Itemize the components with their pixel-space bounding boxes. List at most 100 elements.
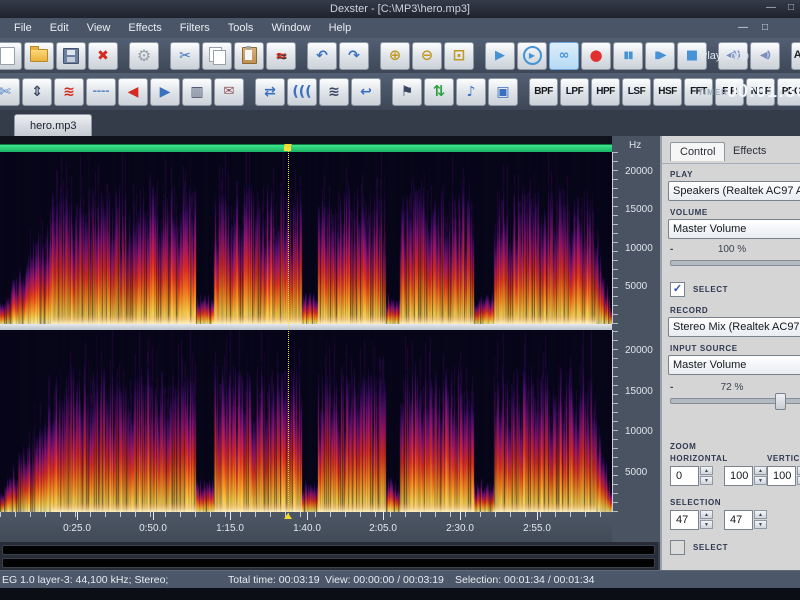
spin-up-button[interactable]: ▲ <box>700 466 713 475</box>
zoom-h-end-value[interactable]: 100 <box>724 466 753 486</box>
frequency-scale-left: 2000015000100005000 <box>612 152 661 324</box>
open-button[interactable] <box>24 42 54 70</box>
menu-effects[interactable]: Effects <box>120 20 169 36</box>
record-device-dropdown[interactable]: Stereo Mix (Realtek AC97 A <box>668 317 800 337</box>
spectrogram-right-channel[interactable] <box>0 330 612 512</box>
noise-button[interactable]: ≋ <box>319 78 349 106</box>
mix-button[interactable]: ▥ <box>182 78 212 106</box>
selection-end-value[interactable]: 47 <box>724 510 753 530</box>
waveform-area[interactable]: ns 0:25.00:50.01:15.01:40.02:05.02:30.02… <box>0 136 612 570</box>
menu-filters[interactable]: Filters <box>172 20 218 36</box>
zoom-h-start-value[interactable]: 0 <box>670 466 699 486</box>
menu-file[interactable]: File <box>6 20 40 36</box>
copy-button[interactable] <box>202 42 232 70</box>
silence-button[interactable]: ╌╌ <box>86 78 116 106</box>
zoom-h-start-spinner[interactable]: 0 ▲▼ <box>670 466 713 486</box>
play-from-button[interactable]: ▮▶ <box>645 42 675 70</box>
fade-in-button[interactable]: ◀ <box>118 78 148 106</box>
silence-icon: ╌╌ <box>93 85 110 99</box>
input-slider-thumb[interactable] <box>775 393 786 410</box>
tag-button[interactable]: ▣ <box>488 78 518 106</box>
play-all-button[interactable]: ▶ <box>517 42 547 70</box>
zoom-selection-button[interactable]: ⊡ <box>444 42 474 70</box>
fade-out-button[interactable]: ▶ <box>150 78 180 106</box>
resample-button[interactable]: ⇅ <box>424 78 454 106</box>
reverse-button[interactable]: ↩ <box>351 78 381 106</box>
timer-label: TIMER <box>698 88 728 97</box>
zoom-in-button[interactable]: ⊕ <box>380 42 410 70</box>
menu-edit[interactable]: Edit <box>42 20 77 36</box>
settings-button[interactable]: ⚙ <box>129 42 159 70</box>
loop-button[interactable]: ∞ <box>549 42 579 70</box>
delete-button[interactable]: ✖ <box>88 42 118 70</box>
play-device-dropdown[interactable]: Speakers (Realtek AC97 Au <box>668 181 800 201</box>
zoom-vertical-spinner[interactable]: 100 ▲▼ <box>767 466 800 486</box>
convert-button[interactable]: ⇄ <box>255 78 285 106</box>
agc-button[interactable]: AGC <box>791 42 800 70</box>
spin-down-button[interactable]: ▼ <box>700 520 713 529</box>
ruler-time-label: 1:40.0 <box>287 523 327 534</box>
amplify-button[interactable]: ≋ <box>54 78 84 106</box>
tab-hero-mp3[interactable]: hero.mp3 <box>14 114 92 136</box>
spin-up-button[interactable]: ▲ <box>700 510 713 519</box>
time-ruler[interactable]: ns 0:25.00:50.01:15.01:40.02:05.02:30.02… <box>0 512 612 542</box>
insert-audio-button[interactable]: ♪ <box>456 78 486 106</box>
tab-effects[interactable]: Effects <box>724 142 775 161</box>
new-file-button[interactable] <box>0 42 22 70</box>
sound-waves-button[interactable]: ((( <box>287 78 317 106</box>
zoom-h-end-spinner[interactable]: 100 ▲▼ <box>724 466 767 486</box>
volume-slider[interactable] <box>670 260 800 266</box>
select2-checkbox[interactable] <box>670 540 685 555</box>
menu-view[interactable]: View <box>79 20 119 36</box>
menu-tools[interactable]: Tools <box>220 20 262 36</box>
spin-down-button[interactable]: ▼ <box>754 520 767 529</box>
center-button[interactable]: ⇕ <box>22 78 52 106</box>
spin-down-button[interactable]: ▼ <box>754 476 767 485</box>
mdi-restore-button[interactable]: □ <box>758 22 772 34</box>
save-button[interactable] <box>56 42 86 70</box>
menu-help[interactable]: Help <box>321 20 360 36</box>
envelope-button[interactable]: ✉ <box>214 78 244 106</box>
spin-up-button[interactable]: ▲ <box>754 466 767 475</box>
position-bar[interactable] <box>0 144 612 152</box>
split-button[interactable]: ✄ <box>0 78 20 106</box>
paste-button[interactable] <box>234 42 264 70</box>
volume-down-button[interactable]: ◀) <box>750 42 780 70</box>
selection-start-spinner[interactable]: 47 ▲▼ <box>670 510 713 530</box>
resample-arrows-icon: ⇅ <box>433 84 446 99</box>
mdi-minimize-button[interactable]: — <box>736 22 750 34</box>
play-button[interactable]: ▶ <box>485 42 515 70</box>
record-button[interactable]: ● <box>581 42 611 70</box>
tab-control[interactable]: Control <box>670 142 725 161</box>
lpf-filter-button[interactable]: LPF <box>560 78 589 106</box>
minimize-button[interactable]: — <box>764 2 778 14</box>
spin-up-button[interactable]: ▲ <box>754 510 767 519</box>
zoom-vertical-value[interactable]: 100 <box>767 466 796 486</box>
volume-device-dropdown[interactable]: Master Volume <box>668 219 800 239</box>
selection-start-value[interactable]: 47 <box>670 510 699 530</box>
input-volume-slider[interactable] <box>670 398 800 404</box>
selection-end-spinner[interactable]: 47 ▲▼ <box>724 510 767 530</box>
undo-button[interactable]: ↶ <box>307 42 337 70</box>
spin-down-button[interactable]: ▼ <box>700 476 713 485</box>
hpf-filter-button[interactable]: HPF <box>591 78 620 106</box>
cut-button[interactable]: ✂ <box>170 42 200 70</box>
waveform-button[interactable]: ≈ <box>266 42 296 70</box>
playhead-cursor[interactable] <box>288 144 290 518</box>
zoom-out-button[interactable]: ⊖ <box>412 42 442 70</box>
flag-icon: ⚑ <box>401 85 414 99</box>
convert-arrows-icon: ⇄ <box>264 85 276 99</box>
maximize-button[interactable]: □ <box>784 2 798 14</box>
marker-button[interactable]: ⚑ <box>392 78 422 106</box>
input-device-dropdown[interactable]: Master Volume <box>668 355 800 375</box>
redo-button[interactable]: ↷ <box>339 42 369 70</box>
menu-window[interactable]: Window <box>263 20 318 36</box>
hsf-filter-button[interactable]: HSF <box>653 78 682 106</box>
select-checkbox[interactable]: ✓ <box>670 282 685 297</box>
bpf-filter-button[interactable]: BPF <box>529 78 558 106</box>
spectrogram-left-channel[interactable] <box>0 152 612 324</box>
tab-control-label: Control <box>680 146 715 158</box>
lsf-filter-button[interactable]: LSF <box>622 78 651 106</box>
pause-button[interactable]: ▮▮ <box>613 42 643 70</box>
ruler-major-tick <box>537 512 538 520</box>
